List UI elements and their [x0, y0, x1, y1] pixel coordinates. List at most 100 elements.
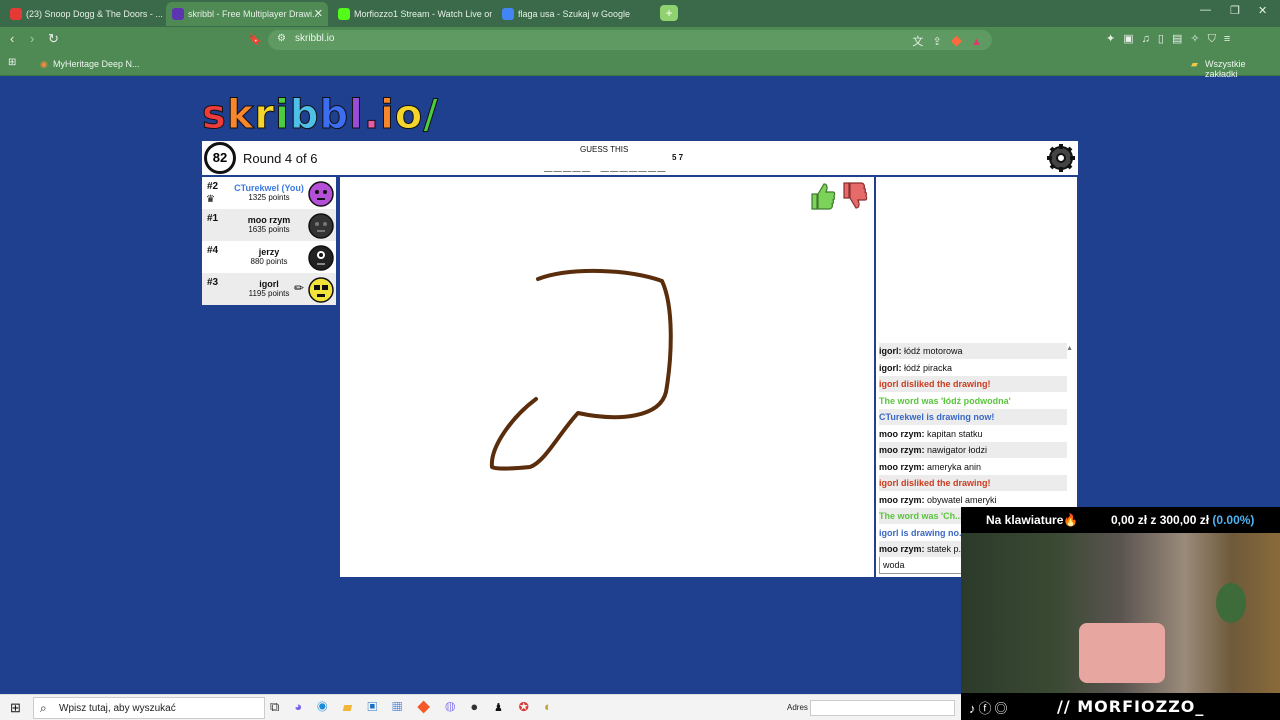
reload-icon[interactable]: ↻ [48, 31, 59, 47]
drawing-canvas[interactable] [340, 177, 874, 577]
chat-text: The word was 'łódź podwodna' [879, 395, 1011, 406]
taskbar-search[interactable]: ⌕ Wpisz tutaj, aby wyszukać [33, 697, 265, 719]
bookmark-myheritage[interactable]: MyHeritage Deep N... [53, 59, 140, 69]
site-info-icon[interactable]: ⚙ [277, 33, 286, 44]
maximize-icon[interactable]: ❐ [1230, 4, 1240, 17]
chat-username: moo rzym: [879, 544, 925, 554]
player-row[interactable]: #3 igorl 1195 points ✏ [202, 273, 336, 305]
brave-shield-icon[interactable]: ◆ [951, 36, 962, 48]
app-icon[interactable]: ● [470, 699, 493, 714]
logo-letter: l [349, 92, 364, 139]
close-tab-icon[interactable]: ✕ [314, 2, 323, 26]
game-icon[interactable]: ♟ [493, 699, 518, 714]
chat-text: łódź piracka [901, 362, 953, 373]
close-window-icon[interactable]: ✕ [1258, 4, 1267, 17]
taskbar-apps: ⧉◕◉▰▣▦◆◍●♟✪◐ [270, 699, 567, 715]
screenshot-icon[interactable]: ▣ [1123, 33, 1141, 45]
chat-text: igorl disliked the drawing! [879, 478, 991, 488]
drawing-stroke [489, 269, 673, 471]
kick-icon [338, 8, 350, 20]
chat-input-value: woda [883, 560, 905, 570]
player-name: jerzy [258, 247, 280, 257]
settings-gear-icon[interactable] [1046, 143, 1076, 173]
timer-clock: 82 [204, 142, 236, 174]
menu-icon[interactable]: ≡ [1224, 33, 1238, 45]
address-toolbar-input[interactable] [810, 700, 955, 716]
back-icon[interactable]: ‹ [10, 31, 14, 46]
edge-icon[interactable]: ◉ [317, 699, 342, 714]
apps-grid-icon[interactable]: ⊞ [8, 57, 16, 68]
goal-amount: 0,00 zł z 300,00 zł (0.00%) [1111, 513, 1254, 527]
chat-text: CTurekwel is drawing now! [879, 412, 995, 422]
windows-start-icon[interactable]: ⊞ [10, 700, 21, 716]
translate-icon[interactable]: 文 [912, 36, 923, 48]
share-icon[interactable]: ⇪ [933, 36, 942, 48]
extensions-icon[interactable]: ✦ [1106, 33, 1123, 45]
goal-label: Na klawiature🔥 [986, 513, 1079, 527]
minimize-icon[interactable]: — [1200, 4, 1211, 16]
avatar [308, 277, 334, 303]
avatar [308, 213, 334, 239]
chat-text: igorl is drawing no... [879, 527, 967, 538]
tab-youtube[interactable]: (23) Snoop Dogg & The Doors - ... [4, 2, 164, 26]
app-red-icon[interactable]: ✪ [519, 699, 544, 714]
store-icon[interactable]: ▦ [392, 699, 417, 714]
guess-title: GUESS THIS [580, 145, 629, 154]
player-rank: #4 [207, 245, 219, 256]
skribbl-logo: skribbl.io/ [202, 92, 439, 139]
logo-letter: s [202, 92, 227, 139]
streamer-handle-bar: ♪ⓕ◎ // MORFIOZZO_ [961, 693, 1280, 720]
tab-kick[interactable]: Morfiozzo1 Stream - Watch Live on K... [332, 2, 492, 26]
new-tab-button[interactable]: + [660, 5, 678, 21]
social-icons: ♪ⓕ◎ [969, 701, 1011, 716]
bookmark-all[interactable]: Wszystkie zakładki [1205, 59, 1280, 79]
leo-icon[interactable]: ✧ [1190, 33, 1207, 45]
word-lengths: 5 7 [672, 153, 684, 162]
copilot-icon[interactable]: ◕ [294, 699, 317, 714]
address-bar[interactable]: ⚙ skribbl.io 文 ⇪ ◆ ▲ [268, 30, 992, 50]
donation-goal-bar: Na klawiature🔥 0,00 zł z 300,00 zł (0.00… [961, 507, 1280, 533]
forward-icon[interactable]: › [30, 31, 34, 46]
chat-text: łódź motorowa [901, 346, 963, 356]
skribbl-icon [172, 8, 184, 20]
file-explorer-icon[interactable]: ▰ [342, 699, 367, 714]
chat-username: moo rzym: [879, 461, 925, 472]
logo-letter: b [289, 92, 320, 139]
chat-message: igorl: łódź motorowa [879, 343, 1067, 359]
tab-skribbl[interactable]: skribbl - Free Multiplayer Drawi... ✕ [166, 2, 328, 26]
pencil-icon: ✏ [294, 281, 305, 295]
player-row[interactable]: #2 ♛ CTurekwel (You) 1325 points [202, 177, 336, 209]
outlook-icon[interactable]: ▣ [367, 699, 392, 714]
word-hint: _____ _______ [544, 156, 667, 172]
thumbs-down-icon[interactable] [840, 181, 868, 211]
wallet-icon[interactable]: ▤ [1172, 33, 1190, 45]
discord-icon[interactable]: ◍ [445, 699, 470, 714]
brave-icon[interactable]: ◆ [417, 699, 445, 714]
chat-message: CTurekwel is drawing now! [879, 409, 1067, 425]
player-row[interactable]: #4 jerzy 880 points [202, 241, 336, 273]
goal-percent: (0.00%) [1212, 513, 1255, 527]
player-rank: #1 [207, 213, 219, 224]
sidebar-icon[interactable]: ▯ [1158, 33, 1172, 45]
music-icon[interactable]: ♫ [1142, 33, 1158, 45]
player-row[interactable]: #1 moo rzym 1635 points [202, 209, 336, 241]
game-top-bar: 82 Round 4 of 6 GUESS THIS _____ _______… [202, 141, 1078, 175]
league-icon[interactable]: ◐ [544, 699, 567, 714]
player-rank: #3 [207, 277, 219, 288]
bookmark-icon[interactable]: 🔖 [248, 33, 262, 46]
timer-value: 82 [212, 150, 228, 165]
vpn-icon[interactable]: ⛉ [1208, 33, 1224, 45]
thumbs-up-icon[interactable] [808, 181, 836, 211]
chat-message: moo rzym: obywatel ameryki [879, 492, 1067, 508]
tab-google[interactable]: flaga usa - Szukaj w Google [496, 2, 656, 26]
task-view-icon[interactable]: ⧉ [270, 699, 294, 714]
url-text: skribbl.io [295, 33, 335, 44]
rewards-icon[interactable]: ▲ [971, 36, 982, 48]
omnibox-actions[interactable]: 文 ⇪ ◆ ▲ [912, 33, 982, 49]
chat-username: igorl: [879, 362, 902, 373]
chat-scroll-up-icon[interactable]: ▲ [1066, 345, 1073, 352]
tab-label: Morfiozzo1 Stream - Watch Live on K... [354, 9, 492, 19]
google-icon [502, 8, 514, 20]
player-points: 1635 points [248, 225, 290, 234]
search-placeholder: Wpisz tutaj, aby wyszukać [59, 703, 176, 714]
